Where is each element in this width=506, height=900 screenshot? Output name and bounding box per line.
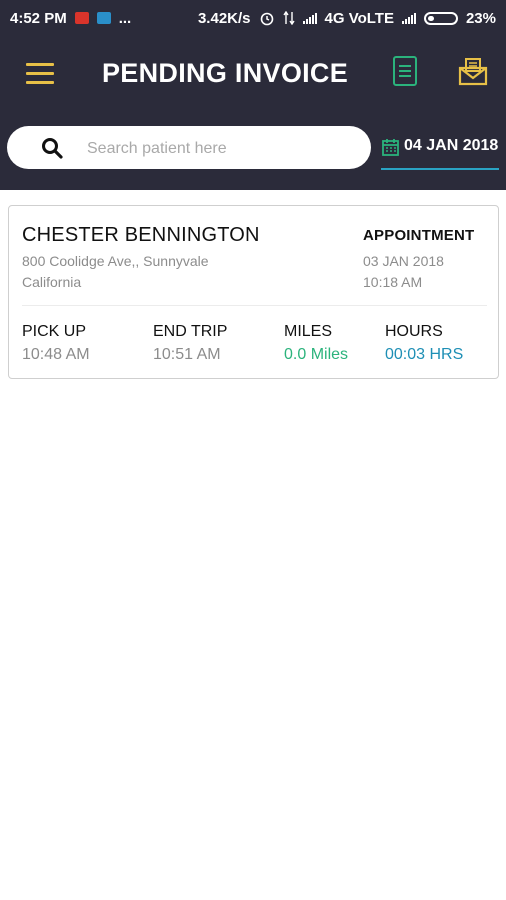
- endtrip-time: 10:51 AM: [153, 346, 221, 363]
- pickup-label: PICK UP: [22, 323, 87, 340]
- address-line-2: California: [22, 274, 82, 290]
- patient-address: 800 Coolidge Ave,, Sunnyvale California: [22, 251, 252, 293]
- signal-icon-2: [401, 12, 416, 24]
- menu-icon[interactable]: [26, 63, 54, 85]
- page-title: PENDING INVOICE: [102, 58, 349, 88]
- notification-app-icon: [74, 12, 89, 24]
- status-left: 4:52 PM ...: [10, 10, 131, 27]
- card-divider: [22, 305, 487, 306]
- endtrip-label: END TRIP: [153, 323, 228, 340]
- address-line-1: 800 Coolidge Ave,, Sunnyvale: [22, 253, 209, 269]
- top-bar: 4:52 PM ... 3.42K/s 4G VoLTE 23% PENDING…: [0, 0, 506, 190]
- hours-value: 00:03 HRS: [385, 346, 464, 363]
- appointment-label: APPOINTMENT: [363, 227, 475, 244]
- selected-date: 04 JAN 2018: [404, 137, 499, 154]
- search-icon: [42, 138, 63, 159]
- pickup-time: 10:48 AM: [22, 346, 90, 363]
- calendar-icon: [382, 139, 399, 156]
- app-bar: PENDING INVOICE: [0, 36, 506, 112]
- mail-icon[interactable]: [458, 56, 488, 86]
- status-time: 4:52 PM: [10, 9, 67, 27]
- miles-value: 0.0 Miles: [284, 346, 349, 363]
- notification-app-icon-2: [96, 12, 111, 24]
- signal-icon: [302, 12, 317, 24]
- status-more-notifications: ...: [118, 9, 132, 27]
- hours-label: HOURS: [385, 323, 443, 340]
- search-input[interactable]: [85, 133, 359, 165]
- search-box[interactable]: [7, 126, 371, 169]
- date-picker[interactable]: 04 JAN 2018: [381, 134, 499, 170]
- search-row: 04 JAN 2018: [0, 112, 506, 190]
- appointment-date: 03 JAN 2018: [363, 253, 444, 269]
- invoice-card[interactable]: CHESTER BENNINGTON 800 Coolidge Ave,, Su…: [8, 205, 499, 379]
- status-speed: 3.42K/s: [197, 9, 251, 27]
- status-network: 4G VoLTE: [324, 9, 394, 27]
- patient-name: CHESTER BENNINGTON: [22, 224, 260, 246]
- status-bar: 4:52 PM ... 3.42K/s 4G VoLTE 23%: [0, 0, 506, 36]
- data-transfer-icon: [282, 11, 295, 25]
- battery-icon: [423, 11, 458, 25]
- appointment-info: 03 JAN 2018 10:18 AM: [363, 251, 444, 293]
- miles-label: MILES: [284, 323, 333, 340]
- status-right: 3.42K/s 4G VoLTE 23%: [198, 10, 496, 27]
- document-icon[interactable]: [393, 56, 417, 86]
- alarm-icon: [260, 12, 273, 26]
- status-battery: 23%: [465, 9, 496, 27]
- appointment-time: 10:18 AM: [363, 274, 423, 290]
